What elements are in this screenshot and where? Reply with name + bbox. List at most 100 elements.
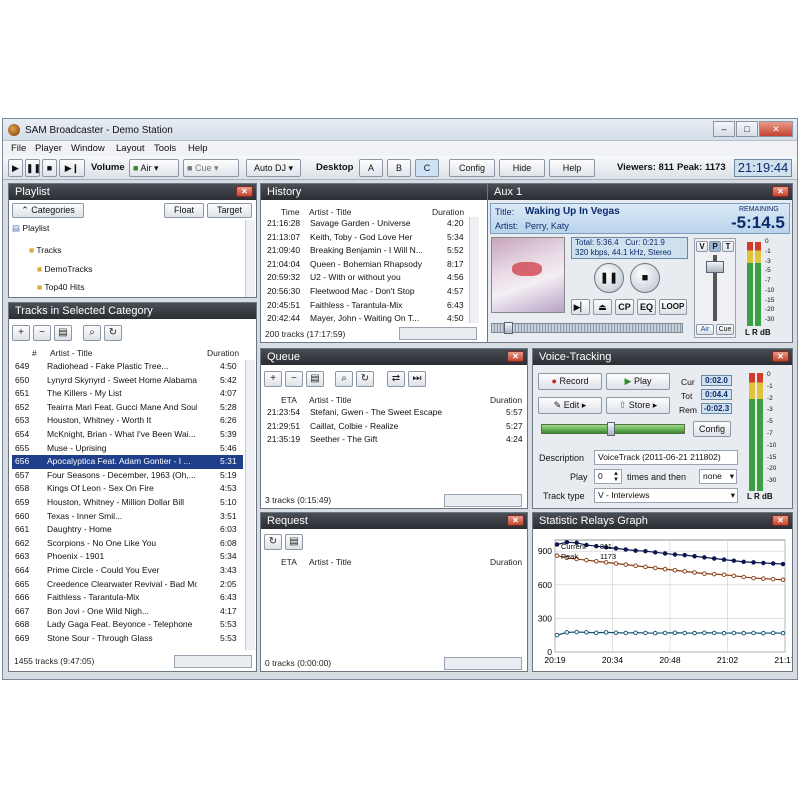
vt-position-thumb[interactable]: [607, 422, 616, 436]
refresh-icon[interactable]: ↻: [104, 325, 122, 341]
close-icon[interactable]: ✕: [507, 351, 524, 362]
edit-button[interactable]: ✎ Edit ▸: [538, 397, 602, 414]
vt-config-button[interactable]: Config: [693, 421, 731, 437]
desktop-a-button[interactable]: A: [359, 159, 383, 177]
cue-dropdown[interactable]: ■ Cue ▾: [183, 159, 239, 177]
cp-button[interactable]: CP: [615, 299, 634, 315]
auto-dj-dropdown[interactable]: Auto DJ ▾: [246, 159, 301, 177]
table-row[interactable]: 659 Houston, Whitney - Million Dollar Bil…: [12, 496, 243, 510]
description-input[interactable]: VoiceTrack (2011-06-21 211802): [594, 450, 738, 465]
v-button[interactable]: V: [696, 241, 708, 252]
table-row[interactable]: 20:45:51 Faithless - Tarantula-Mix 6:43: [264, 299, 469, 313]
table-row[interactable]: 654 McKnight, Brian - What I've Been Wai.…: [12, 428, 243, 442]
col-title[interactable]: Artist - Title: [50, 348, 93, 358]
col-duration[interactable]: Duration: [432, 207, 464, 217]
next-button[interactable]: ▶❙: [59, 159, 85, 177]
table-row[interactable]: 666 Faithless - Tarantula-Mix 6:43: [12, 591, 243, 605]
table-row[interactable]: 652 Teairra Mari Feat. Gucci Mane And Sou…: [12, 401, 243, 415]
next-icon[interactable]: ▶▏: [571, 299, 590, 315]
cue-button[interactable]: Cue: [716, 324, 734, 335]
close-icon[interactable]: ✕: [772, 515, 789, 526]
table-row[interactable]: 21:04:04 Queen - Bohemian Rhapsody 8:17: [264, 258, 469, 272]
close-icon[interactable]: ✕: [772, 186, 789, 197]
pause-button[interactable]: ❚❚: [25, 159, 41, 177]
table-row[interactable]: 657 Four Seasons - December, 1963 (Oh,...…: [12, 469, 243, 483]
vt-play-button[interactable]: ▶ Play: [606, 373, 670, 390]
loop-button[interactable]: LOOP: [659, 299, 687, 315]
table-row[interactable]: 21:09:40 Breaking Benjamin - I Will N... 5…: [264, 244, 469, 258]
remove-icon[interactable]: −: [33, 325, 51, 341]
categories-button[interactable]: ⌃ Categories: [12, 203, 84, 218]
t-button[interactable]: T: [722, 241, 734, 252]
search-icon[interactable]: ⌕: [83, 325, 101, 341]
close-icon[interactable]: ✕: [772, 351, 789, 362]
close-button[interactable]: ✕: [759, 121, 793, 137]
config-button[interactable]: Config: [449, 159, 495, 177]
close-icon[interactable]: ✕: [236, 186, 253, 197]
position-thumb[interactable]: [503, 322, 513, 334]
stop-button[interactable]: ■: [42, 159, 57, 177]
tree-scrollbar[interactable]: [245, 220, 255, 297]
minimize-button[interactable]: –: [713, 121, 735, 137]
p-button[interactable]: P: [709, 241, 721, 252]
tracks-scrollbar[interactable]: [245, 360, 255, 650]
air-button[interactable]: Air: [696, 324, 714, 335]
volume-fader[interactable]: [706, 261, 724, 273]
eq-button[interactable]: EQ: [637, 299, 656, 315]
close-icon[interactable]: ✕: [507, 515, 524, 526]
menu-layout[interactable]: Layout: [116, 143, 145, 154]
menu-window[interactable]: Window: [71, 143, 105, 154]
table-row[interactable]: 21:23:54 Stefani, Gwen - The Sweet Escape…: [264, 406, 526, 420]
delete-icon[interactable]: ▤: [285, 534, 303, 550]
col-duration[interactable]: Duration: [207, 348, 239, 358]
menu-player[interactable]: Player: [35, 143, 62, 154]
table-row[interactable]: 668 Lady Gaga Feat. Beyonce - Telephone 5:…: [12, 618, 243, 632]
table-row[interactable]: 649 Radiohead - Fake Plastic Tree... 4:50: [12, 360, 243, 374]
desktop-c-button[interactable]: C: [415, 159, 439, 177]
history-scrollbar[interactable]: [469, 217, 479, 323]
play-button[interactable]: ▶: [8, 159, 23, 177]
air-dropdown[interactable]: ■ Air ▾: [129, 159, 179, 177]
table-row[interactable]: 658 Kings Of Leon - Sex On Fire 4:53: [12, 482, 243, 496]
record-button[interactable]: ● Record: [538, 373, 602, 390]
col-eta[interactable]: ETA: [281, 395, 297, 405]
table-row[interactable]: 664 Prime Circle - Could You Ever 3:43: [12, 564, 243, 578]
remove-icon[interactable]: −: [285, 371, 303, 387]
menu-tools[interactable]: Tools: [154, 143, 176, 154]
table-row[interactable]: 663 Phoenix - 1901 5:34: [12, 550, 243, 564]
table-row[interactable]: 651 The Killers - My List 4:07: [12, 387, 243, 401]
refresh-icon[interactable]: ↻: [356, 371, 374, 387]
table-row[interactable]: 20:56:30 Fleetwood Mac - Don't Stop 4:57: [264, 285, 469, 299]
col-time[interactable]: Time: [281, 207, 300, 217]
table-row[interactable]: 21:13:07 Keith, Toby - God Love Her 5:34: [264, 231, 469, 245]
eject-icon[interactable]: ⏏: [593, 299, 612, 315]
desktop-b-button[interactable]: B: [387, 159, 411, 177]
col-title[interactable]: Artist - Title: [309, 207, 352, 217]
info-icon[interactable]: ▤: [54, 325, 72, 341]
table-row[interactable]: 669 Stone Sour - Through Glass 5:53: [12, 632, 243, 646]
info-icon[interactable]: ▤: [306, 371, 324, 387]
table-row[interactable]: 21:35:19 Seether - The Gift 4:24: [264, 433, 526, 447]
tree-root[interactable]: ▤ Playlist: [12, 223, 49, 234]
shuffle-icon[interactable]: ⇄: [387, 371, 405, 387]
table-row[interactable]: 21:16:28 Savage Garden - Universe 4:20: [264, 217, 469, 231]
table-row[interactable]: 662 Scorpions - No One Like You 6:08: [12, 537, 243, 551]
col-title[interactable]: Artist - Title: [309, 557, 352, 567]
target-button[interactable]: Target: [207, 203, 252, 218]
col-num[interactable]: #: [32, 348, 37, 358]
track-type-select[interactable]: V - Interviews ▾: [594, 488, 738, 503]
help-button[interactable]: Help: [549, 159, 595, 177]
tree-item-top40[interactable]: ■ Top40 Hits: [37, 282, 85, 292]
position-slider[interactable]: [491, 322, 683, 334]
table-row[interactable]: 661 Daughtry - Home 6:03: [12, 523, 243, 537]
then-select[interactable]: none ▾: [699, 469, 737, 484]
skip-icon[interactable]: ⏭: [408, 371, 426, 387]
col-title[interactable]: Artist - Title: [309, 395, 352, 405]
float-button[interactable]: Float: [164, 203, 204, 218]
col-duration[interactable]: Duration: [490, 395, 522, 405]
refresh-icon[interactable]: ↻: [264, 534, 282, 550]
maximize-button[interactable]: □: [736, 121, 758, 137]
table-row[interactable]: 653 Houston, Whitney - Worth It 6:26: [12, 414, 243, 428]
stop-icon[interactable]: ■: [630, 263, 660, 293]
play-count-spinner[interactable]: 0 ▲ ▼: [594, 469, 622, 484]
